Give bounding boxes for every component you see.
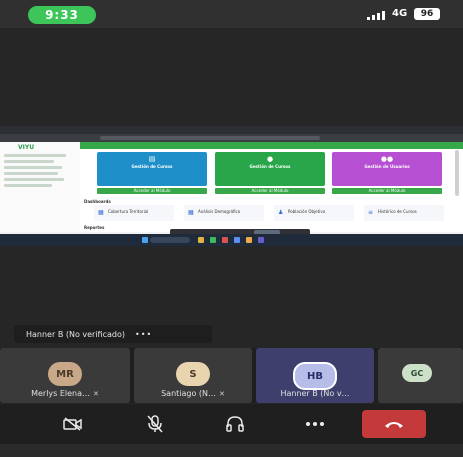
- camera-toggle-button[interactable]: [56, 410, 90, 438]
- meeting-screen: 9:33 4G 96 VIYU ▤ Gestión de Cursos Acce…: [0, 0, 463, 457]
- dashboard-item[interactable]: ≡ Histórico de Cursos: [364, 205, 444, 221]
- app-header: [80, 142, 463, 149]
- module-button[interactable]: Acceder al Módulo: [332, 188, 442, 194]
- book-icon: ▤: [148, 155, 156, 163]
- users-icon: ●●: [380, 155, 394, 163]
- camera-off-icon: [63, 417, 82, 431]
- user-icon: ●: [266, 155, 274, 163]
- dashboard-item[interactable]: ▦ Análisis Demográfico: [184, 205, 264, 221]
- more-icon: [306, 422, 324, 426]
- module-card: ● Gestión de Cursos: [215, 152, 325, 186]
- app-sidebar: VIYU: [0, 142, 81, 232]
- headphones-icon: [226, 416, 244, 432]
- participant-name: Hanner B (No v…: [280, 389, 350, 398]
- participant-name: Merlys Elena…: [31, 389, 91, 398]
- participant-strip: MR Merlys Elena… ✕ S Santiago (N… ✕ HB Han…: [0, 348, 463, 403]
- app-main: ▤ Gestión de Cursos Acceder al Módulo ● …: [80, 142, 463, 232]
- mic-toggle-button[interactable]: [138, 410, 172, 438]
- participant-tile[interactable]: GC: [378, 348, 463, 403]
- active-speaker-label[interactable]: Hanner B (No verificado) •••: [14, 325, 212, 343]
- people-icon: ♟: [278, 209, 284, 216]
- card-title: Gestión de Cursos: [131, 164, 173, 169]
- dashboard-item[interactable]: ♟ Población Objetivo: [274, 205, 354, 221]
- avatar: HB: [293, 362, 337, 390]
- signal-icon: [367, 10, 385, 20]
- module-card: ●● Gestión de Usuarios: [332, 152, 442, 186]
- app-icon[interactable]: [258, 237, 264, 243]
- app-logo: VIYU: [18, 144, 35, 151]
- mic-off-icon: ✕: [219, 390, 225, 398]
- start-icon[interactable]: [142, 237, 148, 243]
- chart-icon: ▦: [188, 209, 194, 216]
- app-icon[interactable]: [222, 237, 228, 243]
- scrollbar[interactable]: [455, 150, 459, 196]
- card-title: Gestión de Usuarios: [364, 164, 410, 169]
- app-icon[interactable]: [234, 237, 240, 243]
- module-button[interactable]: Acceder al Módulo: [215, 188, 325, 194]
- battery-level: 96: [420, 9, 434, 19]
- app-icon[interactable]: [198, 237, 204, 243]
- more-options-button[interactable]: [298, 410, 332, 438]
- speaker-name: Hanner B (No verificado): [26, 329, 125, 339]
- participant-tile[interactable]: MR Merlys Elena… ✕: [0, 348, 130, 403]
- avatar: MR: [48, 362, 82, 386]
- more-icon[interactable]: •••: [135, 330, 152, 339]
- participant-name: Santiago (N…: [161, 389, 217, 398]
- app-icon[interactable]: [210, 237, 216, 243]
- module-button[interactable]: Acceder al Módulo: [97, 188, 207, 194]
- dashboard-item[interactable]: ▦ Cobertura Territorial: [94, 205, 174, 221]
- card-title: Gestión de Cursos: [249, 164, 291, 169]
- avatar: S: [176, 362, 210, 386]
- avatar: GC: [402, 364, 432, 382]
- chart-icon: ▦: [98, 209, 104, 216]
- dashboards-heading: Dashboards: [84, 199, 111, 204]
- battery-icon: 96: [414, 8, 440, 20]
- mic-off-icon: [147, 415, 163, 433]
- list-icon: ≡: [368, 209, 374, 216]
- bottom-strip: [0, 444, 463, 457]
- browser-tabbar: [0, 126, 463, 134]
- mic-off-icon: ✕: [93, 390, 99, 398]
- audio-button[interactable]: [218, 410, 252, 438]
- clock: 9:33: [28, 6, 96, 24]
- app-icon[interactable]: [246, 237, 252, 243]
- browser-address-bar: [0, 134, 463, 142]
- call-toolbar: [0, 404, 463, 444]
- module-card: ▤ Gestión de Cursos: [97, 152, 207, 186]
- status-bar: 9:33 4G 96: [0, 0, 463, 28]
- shared-screen[interactable]: VIYU ▤ Gestión de Cursos Acceder al Módu…: [0, 126, 463, 246]
- taskbar-search[interactable]: [150, 237, 190, 243]
- reports-heading: Reportes: [84, 225, 105, 230]
- taskbar: [0, 234, 463, 246]
- participant-tile[interactable]: S Santiago (N… ✕: [134, 348, 252, 403]
- participant-tile-active[interactable]: HB Hanner B (No v…: [256, 348, 374, 403]
- network-type: 4G: [392, 8, 408, 19]
- end-call-button[interactable]: [362, 410, 426, 438]
- end-call-icon: [385, 422, 403, 428]
